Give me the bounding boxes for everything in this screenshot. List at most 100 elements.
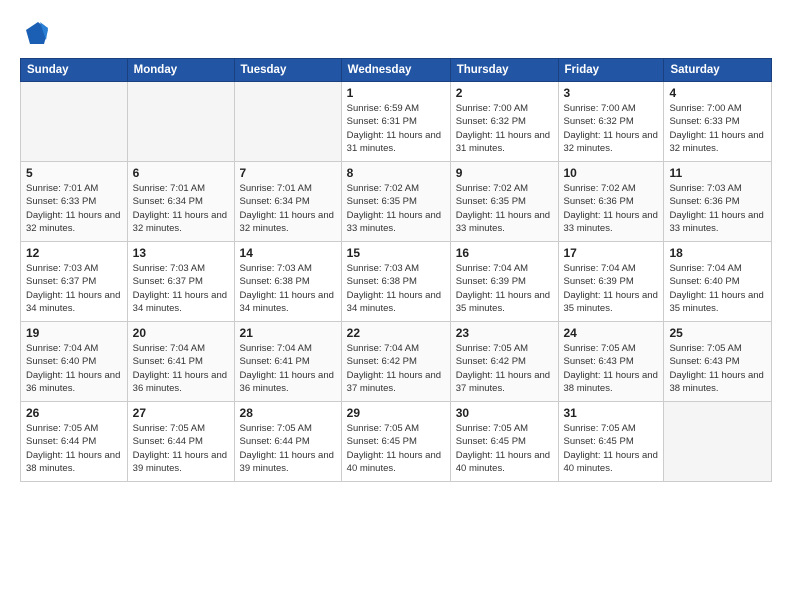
calendar-cell: 29 Sunrise: 7:05 AMSunset: 6:45 PMDayligh… bbox=[341, 402, 450, 482]
day-info: Sunrise: 6:59 AMSunset: 6:31 PMDaylight:… bbox=[347, 102, 445, 155]
calendar-cell bbox=[127, 82, 234, 162]
calendar-cell: 16 Sunrise: 7:04 AMSunset: 6:39 PMDayligh… bbox=[450, 242, 558, 322]
calendar-cell: 19 Sunrise: 7:04 AMSunset: 6:40 PMDayligh… bbox=[21, 322, 128, 402]
day-info: Sunrise: 7:00 AMSunset: 6:32 PMDaylight:… bbox=[456, 102, 553, 155]
calendar-cell: 14 Sunrise: 7:03 AMSunset: 6:38 PMDayligh… bbox=[234, 242, 341, 322]
day-info: Sunrise: 7:05 AMSunset: 6:44 PMDaylight:… bbox=[133, 422, 229, 475]
day-number: 7 bbox=[240, 166, 336, 180]
calendar-header-row: SundayMondayTuesdayWednesdayThursdayFrid… bbox=[21, 59, 772, 82]
day-number: 9 bbox=[456, 166, 553, 180]
day-number: 22 bbox=[347, 326, 445, 340]
calendar-cell: 24Sunrise: 7:05 AMSunset: 6:43 PMDayligh… bbox=[558, 322, 664, 402]
day-number: 16 bbox=[456, 246, 553, 260]
day-header-thursday: Thursday bbox=[450, 59, 558, 82]
calendar-cell: 28 Sunrise: 7:05 AMSunset: 6:44 PMDayligh… bbox=[234, 402, 341, 482]
day-number: 13 bbox=[133, 246, 229, 260]
day-info: Sunrise: 7:05 AMSunset: 6:44 PMDaylight:… bbox=[26, 422, 122, 475]
calendar-cell: 12 Sunrise: 7:03 AMSunset: 6:37 PMDayligh… bbox=[21, 242, 128, 322]
day-number: 31 bbox=[564, 406, 659, 420]
day-number: 14 bbox=[240, 246, 336, 260]
day-number: 6 bbox=[133, 166, 229, 180]
page: SundayMondayTuesdayWednesdayThursdayFrid… bbox=[0, 0, 792, 612]
calendar-cell: 15Sunrise: 7:03 AMSunset: 6:38 PMDayligh… bbox=[341, 242, 450, 322]
day-info: Sunrise: 7:04 AMSunset: 6:39 PMDaylight:… bbox=[564, 262, 659, 315]
week-row-3: 19 Sunrise: 7:04 AMSunset: 6:40 PMDayligh… bbox=[21, 322, 772, 402]
day-info: Sunrise: 7:05 AMSunset: 6:44 PMDaylight:… bbox=[240, 422, 336, 475]
week-row-4: 26 Sunrise: 7:05 AMSunset: 6:44 PMDayligh… bbox=[21, 402, 772, 482]
day-info: Sunrise: 7:04 AMSunset: 6:40 PMDaylight:… bbox=[26, 342, 122, 395]
calendar-cell: 13 Sunrise: 7:03 AMSunset: 6:37 PMDayligh… bbox=[127, 242, 234, 322]
day-info: Sunrise: 7:05 AMSunset: 6:45 PMDaylight:… bbox=[564, 422, 659, 475]
day-header-wednesday: Wednesday bbox=[341, 59, 450, 82]
day-info: Sunrise: 7:02 AMSunset: 6:35 PMDaylight:… bbox=[456, 182, 553, 235]
calendar-cell: 3 Sunrise: 7:00 AMSunset: 6:32 PMDaylight… bbox=[558, 82, 664, 162]
day-info: Sunrise: 7:01 AMSunset: 6:34 PMDaylight:… bbox=[240, 182, 336, 235]
calendar-cell bbox=[21, 82, 128, 162]
day-info: Sunrise: 7:00 AMSunset: 6:32 PMDaylight:… bbox=[564, 102, 659, 155]
day-number: 17 bbox=[564, 246, 659, 260]
calendar-cell: 7 Sunrise: 7:01 AMSunset: 6:34 PMDaylight… bbox=[234, 162, 341, 242]
day-info: Sunrise: 7:03 AMSunset: 6:37 PMDaylight:… bbox=[133, 262, 229, 315]
calendar-cell: 25 Sunrise: 7:05 AMSunset: 6:43 PMDayligh… bbox=[664, 322, 772, 402]
calendar-cell: 23 Sunrise: 7:05 AMSunset: 6:42 PMDayligh… bbox=[450, 322, 558, 402]
calendar-cell: 8 Sunrise: 7:02 AMSunset: 6:35 PMDaylight… bbox=[341, 162, 450, 242]
day-number: 4 bbox=[669, 86, 766, 100]
calendar-cell: 20 Sunrise: 7:04 AMSunset: 6:41 PMDayligh… bbox=[127, 322, 234, 402]
calendar-cell: 30 Sunrise: 7:05 AMSunset: 6:45 PMDayligh… bbox=[450, 402, 558, 482]
week-row-0: 1 Sunrise: 6:59 AMSunset: 6:31 PMDaylight… bbox=[21, 82, 772, 162]
day-number: 20 bbox=[133, 326, 229, 340]
day-info: Sunrise: 7:01 AMSunset: 6:34 PMDaylight:… bbox=[133, 182, 229, 235]
day-info: Sunrise: 7:05 AMSunset: 6:45 PMDaylight:… bbox=[456, 422, 553, 475]
day-info: Sunrise: 7:04 AMSunset: 6:39 PMDaylight:… bbox=[456, 262, 553, 315]
day-number: 29 bbox=[347, 406, 445, 420]
day-header-monday: Monday bbox=[127, 59, 234, 82]
calendar-cell: 6 Sunrise: 7:01 AMSunset: 6:34 PMDaylight… bbox=[127, 162, 234, 242]
day-number: 26 bbox=[26, 406, 122, 420]
calendar-cell: 10Sunrise: 7:02 AMSunset: 6:36 PMDayligh… bbox=[558, 162, 664, 242]
day-number: 1 bbox=[347, 86, 445, 100]
day-info: Sunrise: 7:02 AMSunset: 6:35 PMDaylight:… bbox=[347, 182, 445, 235]
day-header-tuesday: Tuesday bbox=[234, 59, 341, 82]
calendar-cell bbox=[234, 82, 341, 162]
day-info: Sunrise: 7:03 AMSunset: 6:38 PMDaylight:… bbox=[347, 262, 445, 315]
day-number: 5 bbox=[26, 166, 122, 180]
day-number: 19 bbox=[26, 326, 122, 340]
day-info: Sunrise: 7:03 AMSunset: 6:38 PMDaylight:… bbox=[240, 262, 336, 315]
day-info: Sunrise: 7:04 AMSunset: 6:41 PMDaylight:… bbox=[240, 342, 336, 395]
logo-icon bbox=[20, 18, 52, 50]
day-info: Sunrise: 7:05 AMSunset: 6:43 PMDaylight:… bbox=[669, 342, 766, 395]
day-number: 27 bbox=[133, 406, 229, 420]
day-number: 23 bbox=[456, 326, 553, 340]
day-number: 28 bbox=[240, 406, 336, 420]
calendar-cell: 22 Sunrise: 7:04 AMSunset: 6:42 PMDayligh… bbox=[341, 322, 450, 402]
calendar-cell: 11Sunrise: 7:03 AMSunset: 6:36 PMDayligh… bbox=[664, 162, 772, 242]
day-info: Sunrise: 7:01 AMSunset: 6:33 PMDaylight:… bbox=[26, 182, 122, 235]
calendar: SundayMondayTuesdayWednesdayThursdayFrid… bbox=[20, 58, 772, 482]
day-info: Sunrise: 7:00 AMSunset: 6:33 PMDaylight:… bbox=[669, 102, 766, 155]
day-number: 12 bbox=[26, 246, 122, 260]
day-number: 3 bbox=[564, 86, 659, 100]
calendar-cell: 21Sunrise: 7:04 AMSunset: 6:41 PMDayligh… bbox=[234, 322, 341, 402]
day-number: 8 bbox=[347, 166, 445, 180]
day-info: Sunrise: 7:04 AMSunset: 6:41 PMDaylight:… bbox=[133, 342, 229, 395]
day-number: 2 bbox=[456, 86, 553, 100]
day-number: 24 bbox=[564, 326, 659, 340]
day-info: Sunrise: 7:04 AMSunset: 6:40 PMDaylight:… bbox=[669, 262, 766, 315]
day-info: Sunrise: 7:05 AMSunset: 6:45 PMDaylight:… bbox=[347, 422, 445, 475]
day-number: 18 bbox=[669, 246, 766, 260]
day-info: Sunrise: 7:02 AMSunset: 6:36 PMDaylight:… bbox=[564, 182, 659, 235]
header bbox=[20, 18, 772, 50]
day-header-sunday: Sunday bbox=[21, 59, 128, 82]
day-info: Sunrise: 7:04 AMSunset: 6:42 PMDaylight:… bbox=[347, 342, 445, 395]
day-header-saturday: Saturday bbox=[664, 59, 772, 82]
day-info: Sunrise: 7:03 AMSunset: 6:37 PMDaylight:… bbox=[26, 262, 122, 315]
calendar-cell: 5 Sunrise: 7:01 AMSunset: 6:33 PMDaylight… bbox=[21, 162, 128, 242]
day-number: 30 bbox=[456, 406, 553, 420]
calendar-cell: 1 Sunrise: 6:59 AMSunset: 6:31 PMDaylight… bbox=[341, 82, 450, 162]
calendar-cell: 26 Sunrise: 7:05 AMSunset: 6:44 PMDayligh… bbox=[21, 402, 128, 482]
day-info: Sunrise: 7:05 AMSunset: 6:42 PMDaylight:… bbox=[456, 342, 553, 395]
calendar-cell: 31 Sunrise: 7:05 AMSunset: 6:45 PMDayligh… bbox=[558, 402, 664, 482]
calendar-cell: 27 Sunrise: 7:05 AMSunset: 6:44 PMDayligh… bbox=[127, 402, 234, 482]
calendar-cell: 18 Sunrise: 7:04 AMSunset: 6:40 PMDayligh… bbox=[664, 242, 772, 322]
day-number: 25 bbox=[669, 326, 766, 340]
